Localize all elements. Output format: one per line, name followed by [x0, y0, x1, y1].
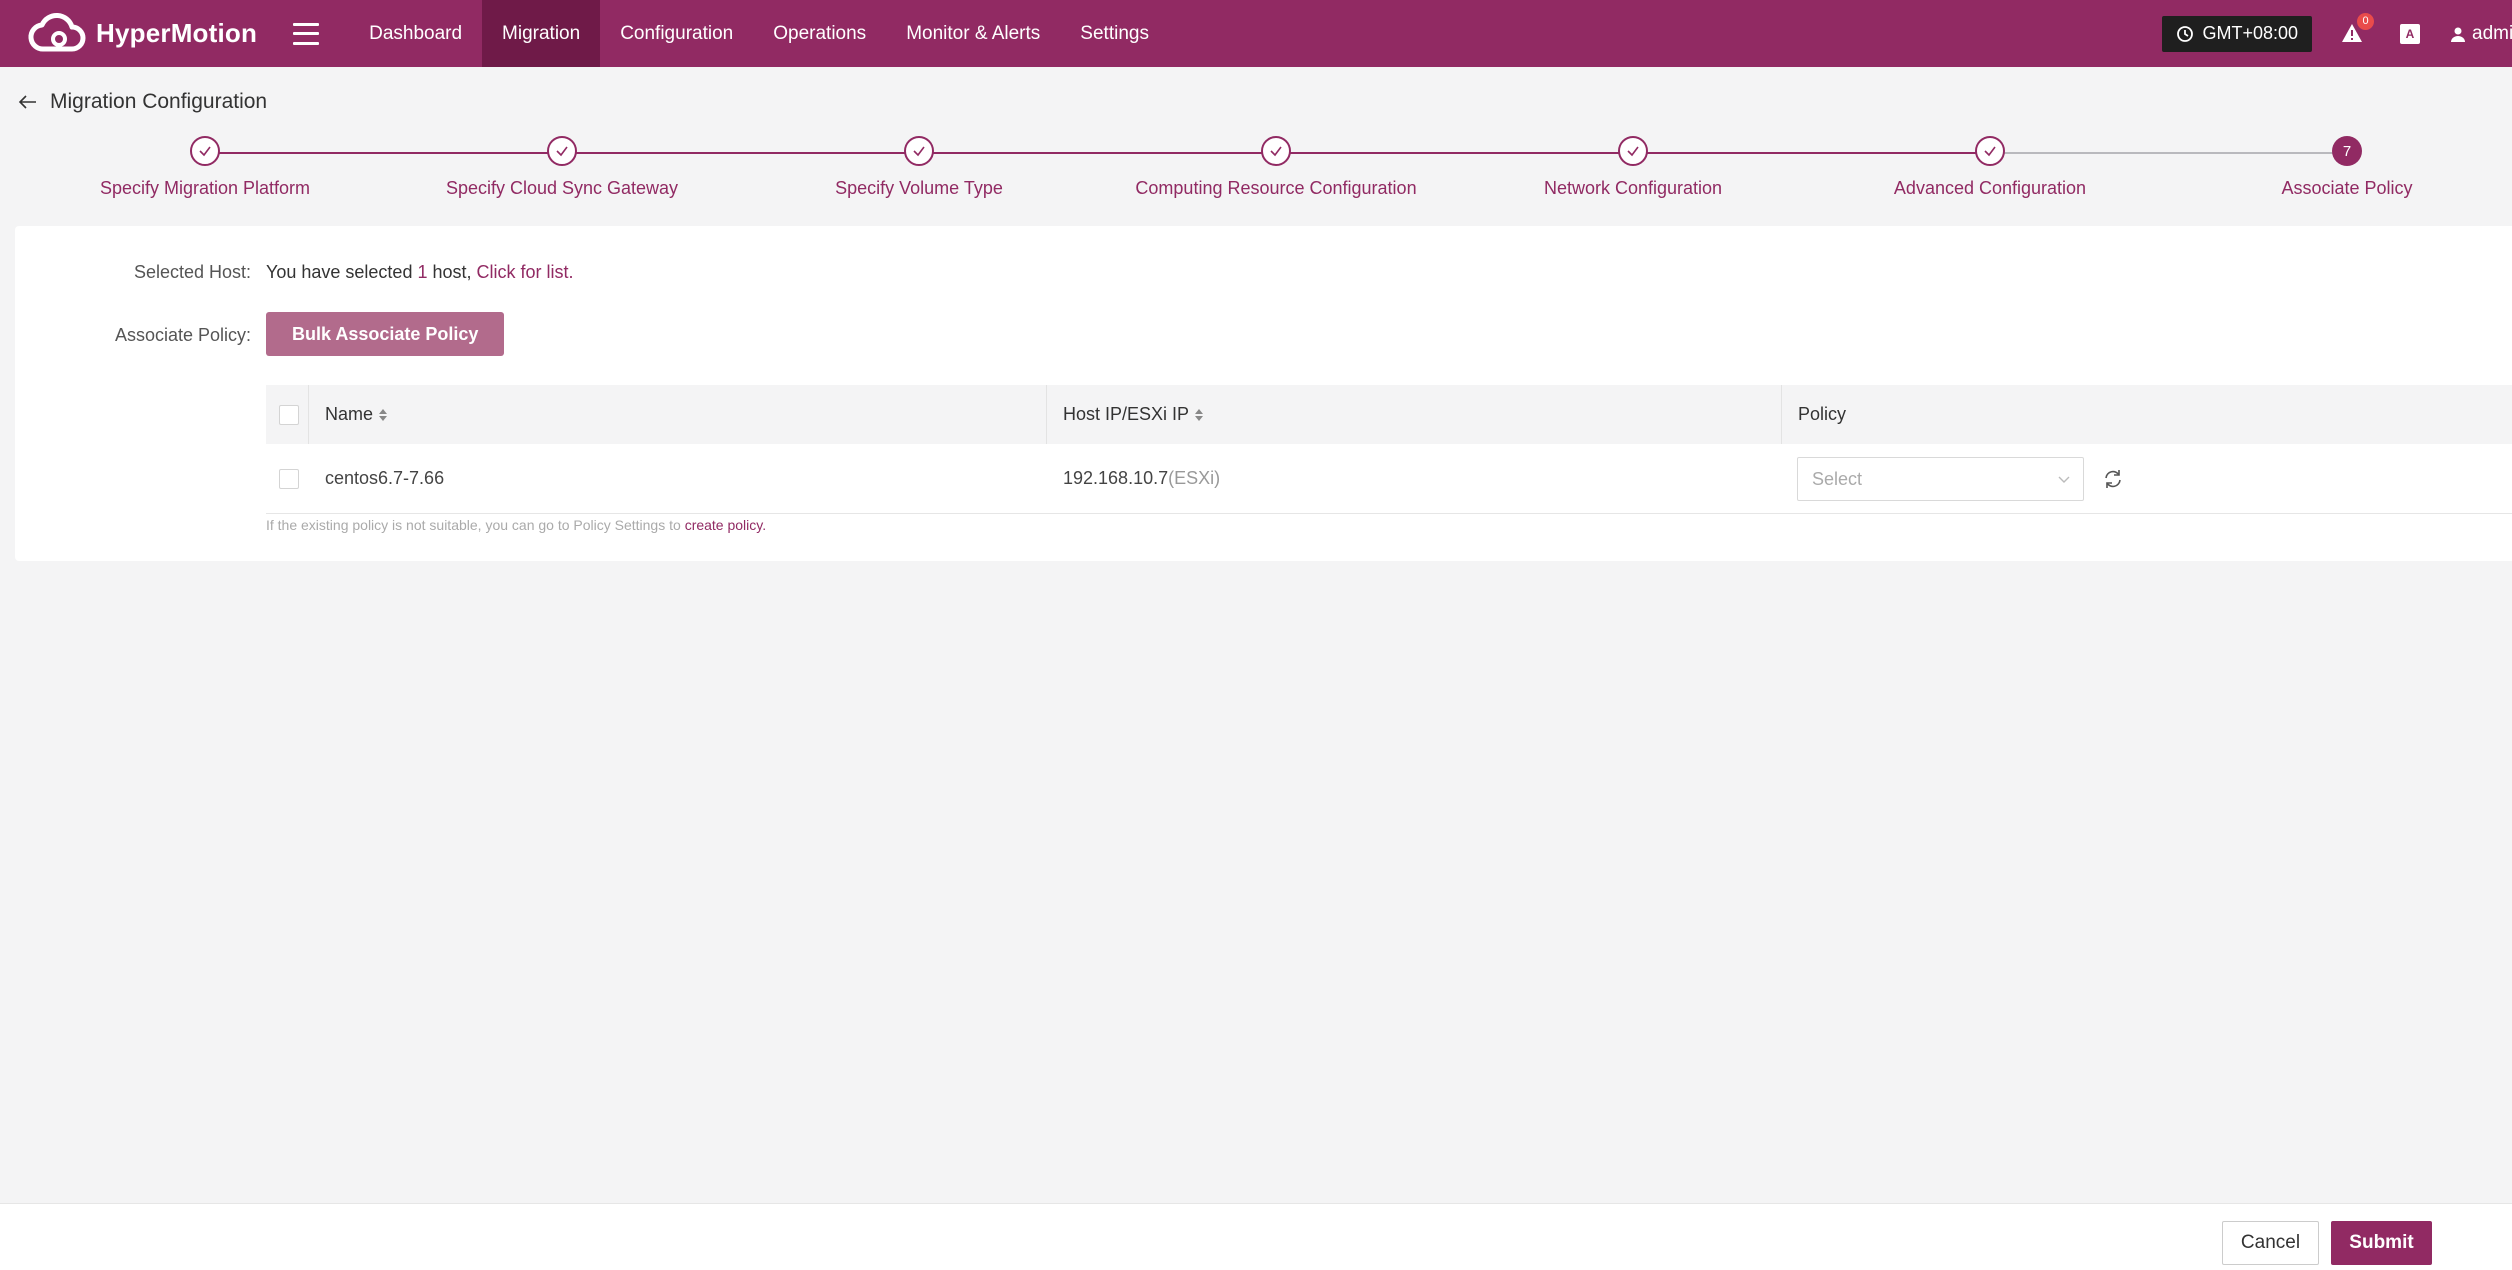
col-ip-label: Host IP/ESXi IP [1063, 404, 1190, 424]
menu-toggle-icon[interactable] [293, 22, 320, 45]
check-icon [1627, 146, 1639, 157]
col-ip-header[interactable]: Host IP/ESXi IP [1063, 385, 1204, 444]
hint-text: If the existing policy is not suitable, … [266, 517, 685, 533]
selected-prefix: You have selected [266, 262, 418, 282]
nav-migration[interactable]: Migration [482, 0, 601, 67]
step-4: Computing Resource Configuration [1086, 136, 1466, 199]
nav-configuration[interactable]: Configuration [600, 0, 753, 67]
selected-unit: host, [427, 262, 477, 282]
column-divider [1781, 385, 1782, 444]
col-policy-header: Policy [1798, 404, 1847, 424]
step-6: Advanced Configuration [1800, 136, 2180, 199]
language-icon[interactable]: A [2400, 23, 2420, 44]
step-7: 7 Associate Policy [2157, 136, 2512, 199]
brand-name: HyperMotion [96, 18, 258, 48]
policy-select-placeholder: Select [1812, 468, 1863, 489]
bulk-associate-policy-button[interactable]: Bulk Associate Policy [266, 312, 505, 356]
step-label: Specify Migration Platform [99, 178, 311, 198]
user-icon [2451, 27, 2465, 42]
sort-icon[interactable] [1195, 408, 1204, 421]
nav-monitor-alerts[interactable]: Monitor & Alerts [886, 0, 1060, 67]
step-check [904, 136, 934, 166]
cloud-logo-icon [28, 12, 86, 52]
policy-card: Selected Host: You have selected 1 host,… [15, 226, 2512, 561]
step-1: Specify Migration Platform [15, 136, 395, 199]
hint-suffix: . [762, 517, 767, 533]
selected-suffix: . [568, 262, 574, 282]
table-row: centos6.7-7.66 192.168.10.7 (ESXi) Select [266, 444, 2512, 514]
create-policy-link[interactable]: create policy [685, 517, 763, 533]
user-menu[interactable]: admin [2450, 23, 2512, 45]
click-for-list-link[interactable]: Click for list [477, 262, 569, 282]
host-name: centos6.7-7.66 [325, 468, 445, 488]
nav-operations[interactable]: Operations [753, 0, 886, 67]
top-right-tools: GMT+08:00 0 A admin [2162, 0, 2512, 67]
step-label: Associate Policy [2281, 178, 2413, 198]
step-check [1261, 136, 1291, 166]
policy-select[interactable]: Select [1797, 457, 2084, 501]
policy-hint: If the existing policy is not suitable, … [266, 517, 766, 533]
col-name-header[interactable]: Name [325, 385, 388, 444]
logo[interactable]: HyperMotion [24, 9, 257, 59]
page-header: Migration Configuration [18, 90, 267, 114]
column-divider [1046, 385, 1047, 444]
cancel-button[interactable]: Cancel [2222, 1221, 2319, 1265]
main-nav: Dashboard Migration Configuration Operat… [349, 0, 1169, 67]
step-2: Specify Cloud Sync Gateway [372, 136, 752, 199]
step-number: 7 [2332, 136, 2362, 166]
select-all-checkbox[interactable] [279, 404, 299, 425]
timezone-label: GMT+08:00 [2202, 23, 2298, 43]
selected-host-label: Selected Host: [133, 262, 251, 282]
check-icon [1984, 146, 1996, 157]
submit-button[interactable]: Submit [2331, 1221, 2432, 1265]
footer-bar: Cancel Submit [0, 1203, 2512, 1270]
associate-policy-label: Associate Policy: [114, 325, 251, 345]
page-title: Migration Configuration [50, 90, 268, 113]
host-ip-value: 192.168.10.7 [1063, 468, 1169, 488]
step-check [1975, 136, 2005, 166]
step-label: Network Configuration [1543, 178, 1723, 198]
timezone-button[interactable]: GMT+08:00 [2162, 15, 2312, 52]
alerts-button[interactable]: 0 [2340, 12, 2374, 47]
check-icon [913, 146, 925, 157]
chevron-down-icon [2058, 476, 2070, 483]
step-label: Computing Resource Configuration [1135, 178, 1417, 198]
selected-host-text: You have selected 1 host, Click for list… [266, 262, 574, 283]
clock-icon [2177, 25, 2194, 42]
step-5: Network Configuration [1443, 136, 1823, 199]
check-icon [556, 146, 568, 157]
host-ip: 192.168.10.7 (ESXi) [1063, 444, 1220, 513]
step-label: Specify Cloud Sync Gateway [445, 178, 679, 198]
check-icon [1270, 146, 1282, 157]
step-label: Advanced Configuration [1893, 178, 2087, 198]
row-checkbox[interactable] [279, 468, 299, 489]
table-header: Name Host IP/ESXi IP Policy [266, 385, 2512, 444]
step-check [1618, 136, 1648, 166]
host-ip-type: (ESXi) [1168, 468, 1221, 488]
step-label: Specify Volume Type [835, 178, 1003, 198]
refresh-icon[interactable] [2102, 468, 2124, 490]
alert-count-badge: 0 [2357, 12, 2374, 30]
column-divider [308, 385, 309, 444]
nav-dashboard[interactable]: Dashboard [349, 0, 482, 67]
host-policy-table: Name Host IP/ESXi IP Policy centos6.7-7.… [266, 385, 2512, 514]
check-icon [199, 146, 211, 157]
step-check [547, 136, 577, 166]
back-arrow-icon[interactable] [18, 92, 38, 112]
selected-count: 1 [417, 262, 428, 282]
step-3: Specify Volume Type [729, 136, 1109, 199]
sort-icon[interactable] [379, 408, 388, 421]
user-name: admin [2472, 22, 2512, 44]
top-nav-bar: HyperMotion Dashboard Migration Configur… [0, 0, 2512, 67]
step-check [190, 136, 220, 166]
wizard-steps: Specify Migration Platform Specify Cloud… [0, 136, 2512, 206]
nav-settings[interactable]: Settings [1060, 0, 1169, 67]
col-name-label: Name [325, 404, 374, 424]
